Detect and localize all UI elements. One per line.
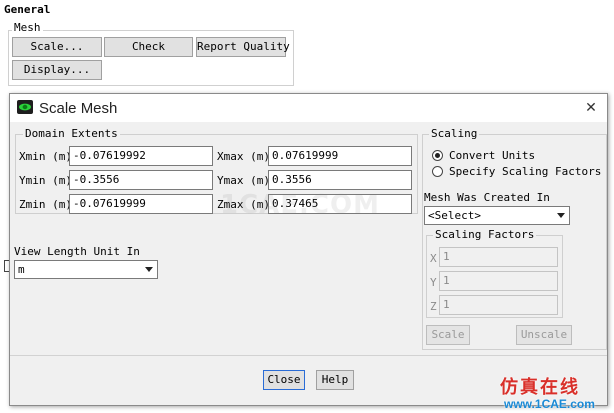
fluent-app-icon (17, 100, 33, 114)
scaling-label: Scaling (429, 127, 480, 140)
general-scale-button[interactable]: Scale... (12, 37, 102, 57)
close-button[interactable]: Close (263, 370, 305, 390)
radio-selected-dot (435, 153, 440, 158)
dialog-title: Scale Mesh (39, 100, 118, 117)
convert-units-label[interactable]: Convert Units (449, 149, 535, 162)
ymax-field[interactable]: 0.3556 (268, 170, 412, 190)
ymin-field[interactable]: -0.3556 (69, 170, 213, 190)
scale-x-label: X (430, 252, 437, 265)
chevron-down-icon (557, 213, 565, 218)
zmin-field[interactable]: -0.07619999 (69, 194, 213, 214)
scale-x-field[interactable]: 1 (439, 247, 558, 267)
xmax-field[interactable]: 0.07619999 (268, 146, 412, 166)
general-title: General (4, 3, 51, 16)
ymax-label: Ymax (m) (217, 174, 270, 187)
general-check-button[interactable]: Check (104, 37, 193, 57)
scale-y-label: Y (430, 276, 437, 289)
scale-z-field[interactable]: 1 (439, 295, 558, 315)
specify-scaling-factors-radio[interactable] (432, 166, 443, 177)
domain-extents-label: Domain Extents (23, 127, 120, 140)
dialog-separator (10, 355, 607, 356)
view-length-unit-label: View Length Unit In (14, 245, 140, 258)
help-button[interactable]: Help (316, 370, 354, 390)
watermark-text: 1CAE.COM (220, 190, 380, 220)
scale-mesh-dialog: Scale Mesh ✕ Domain Extents Xmin (m) -0.… (9, 93, 608, 406)
mesh-created-in-label: Mesh Was Created In (424, 191, 550, 204)
general-report-quality-button[interactable]: Report Quality (196, 37, 290, 57)
close-icon[interactable]: ✕ (582, 98, 600, 118)
xmin-label: Xmin (m) (19, 150, 72, 163)
view-length-unit-select[interactable]: m (14, 260, 158, 279)
zmin-label: Zmin (m) (19, 198, 72, 211)
view-length-unit-value: m (18, 263, 25, 276)
convert-units-radio[interactable] (432, 150, 443, 161)
scale-z-label: Z (430, 300, 437, 313)
xmin-field[interactable]: -0.07619992 (69, 146, 213, 166)
watermark-cn-text: 仿真在线 (500, 377, 580, 398)
unscale-button[interactable]: Unscale (516, 325, 572, 345)
mesh-created-in-value: <Select> (428, 209, 481, 222)
xmax-label: Xmax (m) (217, 150, 270, 163)
scale-button[interactable]: Scale (426, 325, 470, 345)
general-display-button[interactable]: Display... (12, 60, 102, 80)
ymin-label: Ymin (m) (19, 174, 72, 187)
chevron-down-icon (145, 267, 153, 272)
watermark-url: www.1CAE.com (504, 397, 595, 411)
mesh-group-label: Mesh (12, 21, 43, 34)
mesh-created-in-select[interactable]: <Select> (424, 206, 570, 225)
scale-y-field[interactable]: 1 (439, 271, 558, 291)
scaling-factors-label: Scaling Factors (433, 228, 537, 241)
specify-scaling-factors-label[interactable]: Specify Scaling Factors (449, 165, 601, 178)
dialog-title-bar[interactable]: Scale Mesh ✕ (10, 94, 607, 122)
